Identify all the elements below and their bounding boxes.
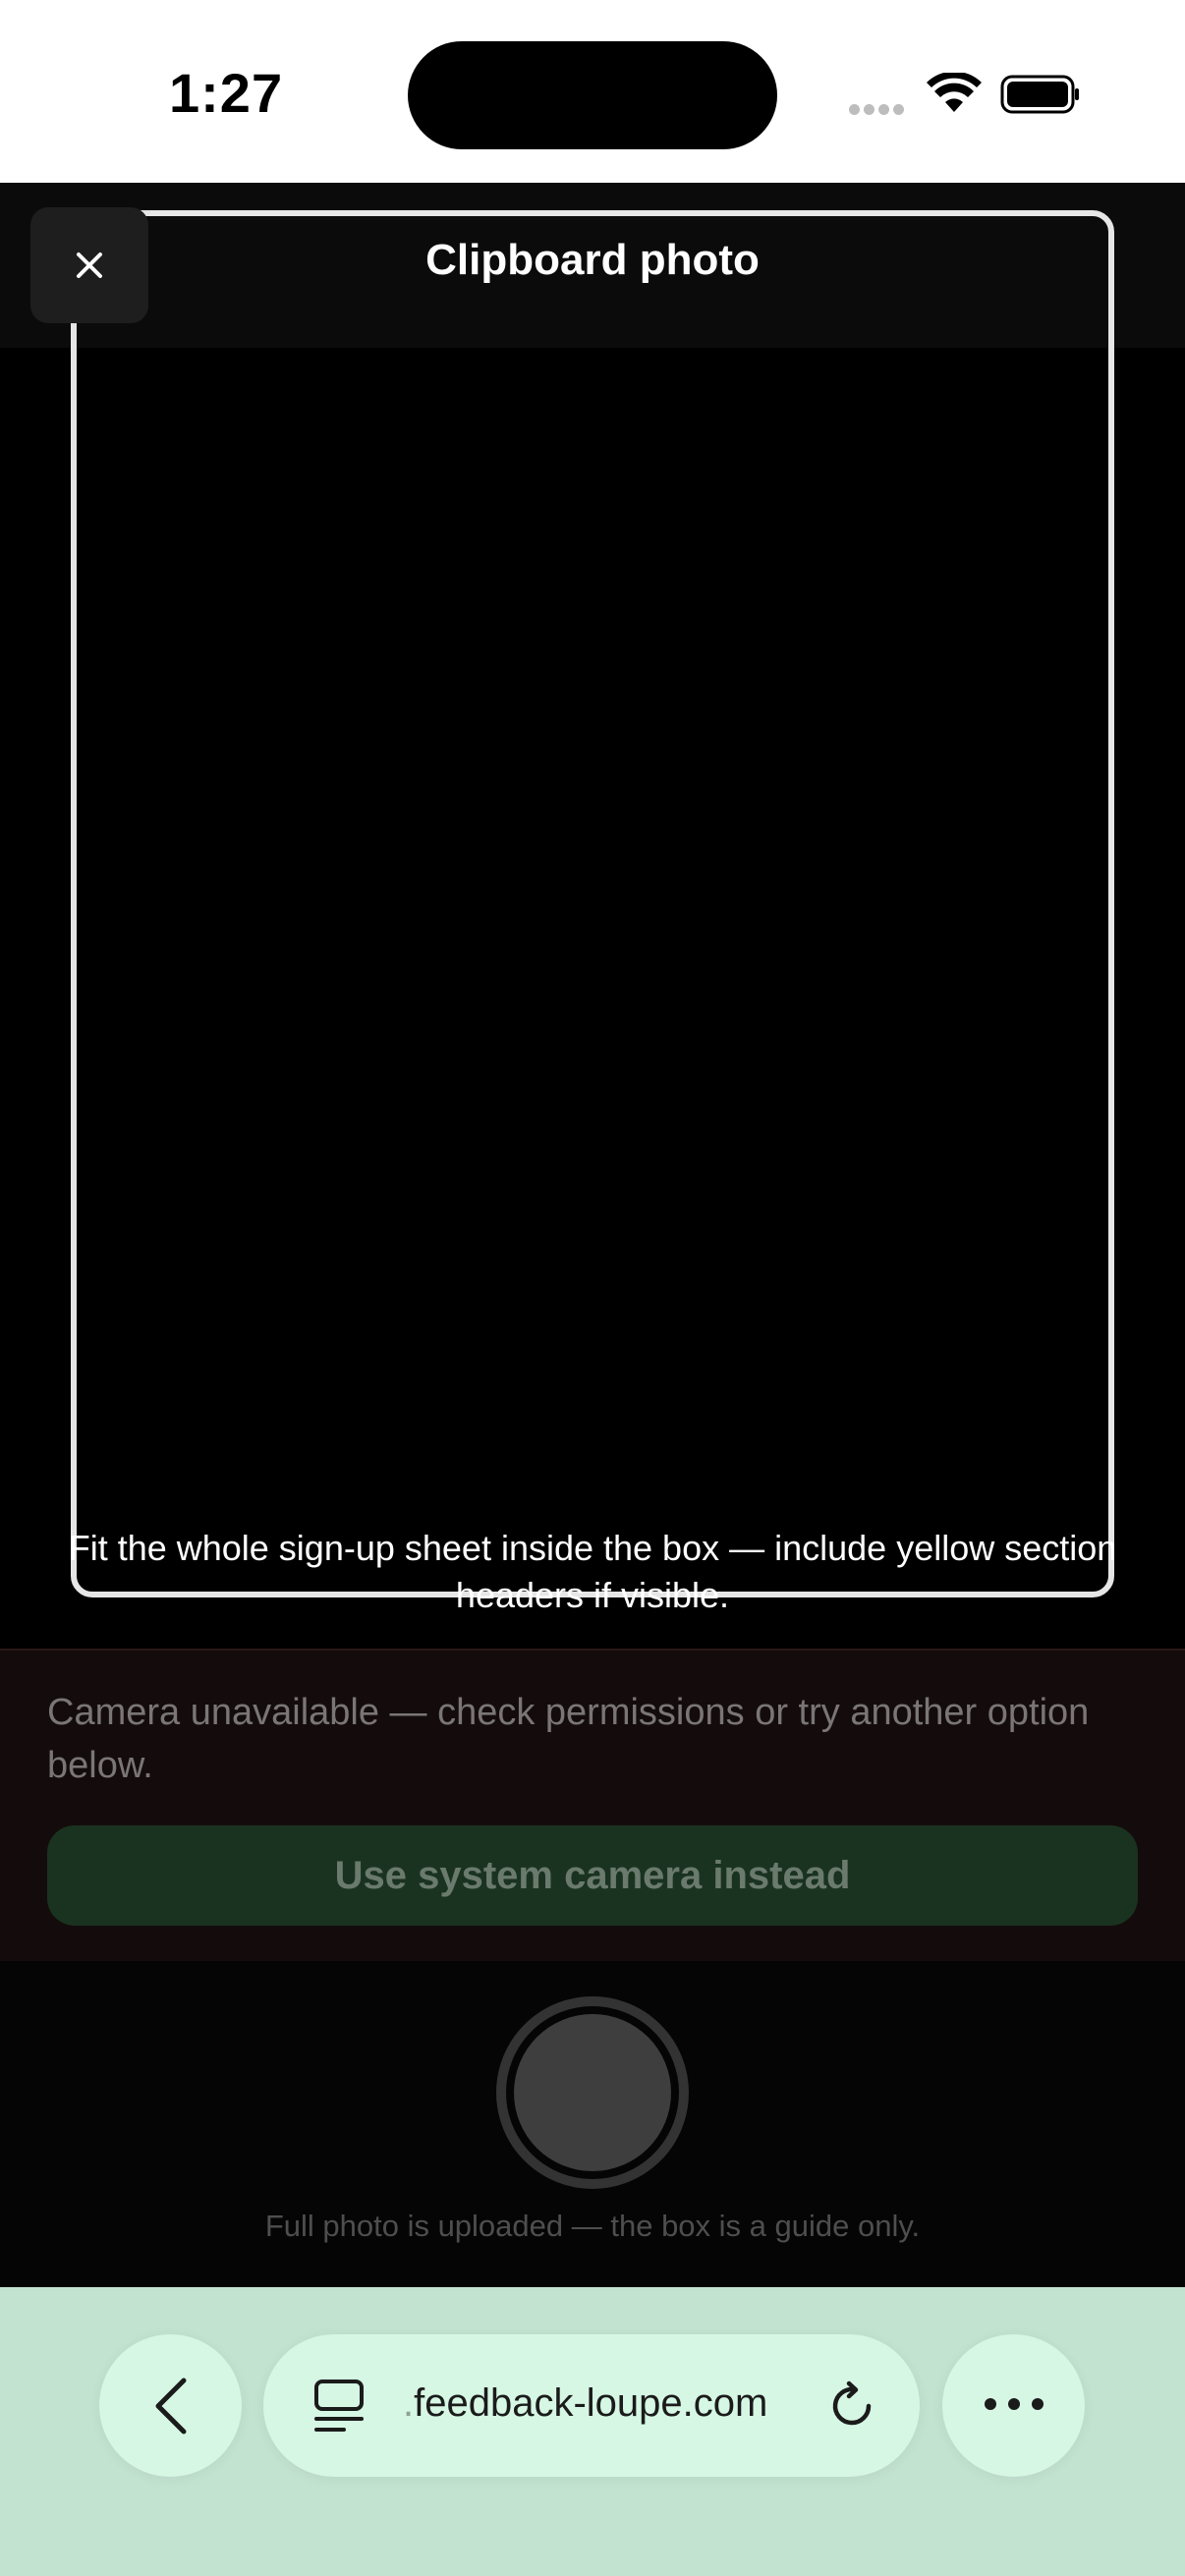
url-text: .feedback-loupe.com: [403, 2381, 767, 2426]
cellular-signal-icon: [849, 102, 908, 116]
chevron-left-icon: [155, 2378, 186, 2434]
url-prefix: .: [403, 2381, 415, 2425]
guide-hint: Fit the whole sign-up sheet inside the b…: [68, 1528, 1117, 1615]
battery-icon: [1000, 75, 1079, 114]
address-bar[interactable]: .feedback-loupe.com: [263, 2334, 920, 2477]
more-icon: [979, 2397, 1049, 2415]
guide-box: [71, 210, 1114, 1597]
back-button[interactable]: [99, 2334, 242, 2477]
shutter-button[interactable]: [496, 1996, 689, 2189]
use-system-camera-button[interactable]: Use system camera instead: [47, 1825, 1138, 1926]
tabs-icon[interactable]: [312, 2378, 367, 2435]
status-time: 1:27: [169, 62, 284, 124]
status-bar: 1:27: [0, 0, 1185, 183]
url-domain: feedback-loupe.com: [414, 2381, 768, 2425]
more-button[interactable]: [942, 2334, 1085, 2477]
shutter-inner: [514, 2014, 671, 2171]
upload-note: Full photo is uploaded — the box is a gu…: [264, 2209, 921, 2243]
camera-error-message: Camera unavailable — check permissions o…: [47, 1692, 1090, 1786]
dynamic-island: [408, 41, 777, 149]
wifi-icon: [927, 73, 982, 112]
page-title: Clipboard photo: [425, 236, 760, 284]
reload-icon[interactable]: [825, 2380, 878, 2433]
